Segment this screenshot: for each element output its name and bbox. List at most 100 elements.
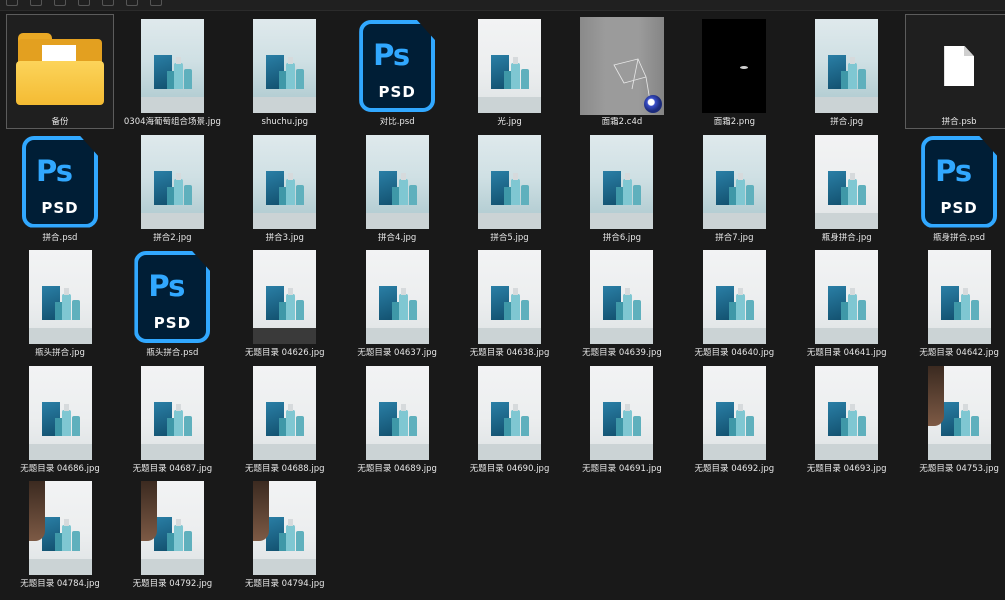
product-bottle	[953, 302, 961, 320]
file-item[interactable]: 无题目录 04637.jpg	[343, 245, 451, 360]
toolbar-strip	[0, 0, 1005, 11]
file-name-label: 拼合7.jpg	[715, 232, 754, 243]
psd-logo-text: Ps	[36, 153, 73, 188]
file-item[interactable]: 无题目录 04640.jpg	[680, 245, 788, 360]
file-thumbnail	[798, 250, 896, 344]
product-bottle	[848, 63, 858, 89]
file-item[interactable]: 无题目录 04794.jpg	[231, 476, 339, 591]
file-item[interactable]: 无题目录 04686.jpg	[6, 361, 114, 476]
image-thumbnail	[815, 19, 879, 113]
file-name-label: 无题目录 04693.jpg	[806, 463, 887, 474]
file-thumbnail	[236, 250, 334, 344]
file-item[interactable]: 无题目录 04689.jpg	[343, 361, 451, 476]
toolbar-icon[interactable]	[30, 0, 42, 6]
image-thumbnail	[478, 19, 542, 113]
image-thumbnail	[927, 250, 991, 344]
toolbar-icon[interactable]	[54, 0, 66, 6]
psd-logo-text: Ps	[373, 38, 410, 72]
product-bottle	[633, 300, 642, 320]
toolbar-icon[interactable]	[126, 0, 138, 6]
product-bottle	[521, 184, 530, 205]
image-thumbnail	[365, 134, 429, 229]
file-item[interactable]: Ps PSD 瓶头拼合.psd	[118, 245, 226, 360]
file-item[interactable]: Ps PSD 对比.psd	[343, 14, 451, 129]
file-item[interactable]: 光.jpg	[456, 14, 564, 129]
file-thumbnail	[573, 365, 671, 460]
toolbar-icon[interactable]	[6, 0, 18, 6]
toolbar-icon[interactable]	[78, 0, 90, 6]
photoshop-file-icon: Ps PSD	[22, 135, 98, 228]
file-item[interactable]: 无题目录 04784.jpg	[6, 476, 114, 591]
file-name-label: 无题目录 04637.jpg	[357, 348, 437, 358]
file-item[interactable]: shuchu.jpg	[231, 14, 339, 129]
file-thumbnail	[685, 250, 783, 344]
file-item[interactable]: 无题目录 04792.jpg	[118, 476, 226, 591]
file-item[interactable]: 无题目录 04693.jpg	[793, 361, 901, 476]
file-item[interactable]: 面霜2.c4d	[568, 14, 676, 129]
file-item[interactable]: 无题目录 04638.jpg	[456, 245, 564, 360]
file-item[interactable]: 无题目录 04642.jpg	[905, 245, 1005, 360]
file-thumbnail	[685, 19, 783, 113]
file-thumbnail	[123, 481, 221, 575]
file-name-label: 拼合.psb	[941, 117, 977, 127]
file-item[interactable]: 无题目录 04626.jpg	[231, 245, 339, 360]
file-thumbnail	[461, 19, 559, 113]
psd-logo-text: Ps	[935, 153, 972, 188]
image-thumbnail	[253, 134, 317, 229]
file-item[interactable]: Ps PSD 瓶身拼合.psd	[905, 130, 1005, 245]
file-item[interactable]: 拼合7.jpg	[680, 130, 788, 245]
product-bottle	[504, 302, 512, 320]
file-thumbnail: Ps PSD	[910, 135, 1005, 229]
file-name-label: 无题目录 04640.jpg	[694, 348, 775, 358]
image-thumbnail	[702, 250, 766, 344]
product-bottle	[166, 533, 174, 551]
file-thumbnail	[123, 134, 221, 229]
file-thumbnail: Ps PSD	[348, 19, 446, 113]
file-item[interactable]: 面霜2.png	[680, 14, 788, 129]
toolbar-icon[interactable]	[150, 0, 162, 6]
file-name-label: 拼合2.jpg	[153, 232, 192, 243]
image-thumbnail	[815, 250, 879, 344]
file-item[interactable]: 无题目录 04691.jpg	[568, 361, 676, 476]
file-item[interactable]: 无题目录 04639.jpg	[568, 245, 676, 360]
file-item[interactable]: Ps PSD 拼合.psd	[6, 130, 114, 245]
file-name-label: 无题目录 04691.jpg	[582, 463, 662, 474]
product-bottle	[183, 184, 192, 205]
file-name-label: 面霜2.c4d	[601, 117, 643, 127]
file-item[interactable]: 无题目录 04753.jpg	[905, 361, 1005, 476]
file-item[interactable]: 无题目录 04692.jpg	[680, 361, 788, 476]
file-item[interactable]: 拼合5.jpg	[456, 130, 564, 245]
product-bottle	[286, 525, 296, 551]
file-thumbnail	[798, 134, 896, 229]
product-bottle	[61, 525, 71, 551]
psd-logo-text: Ps	[148, 269, 185, 303]
product-bottle	[633, 184, 642, 205]
file-item[interactable]: 拼合2.jpg	[118, 130, 226, 245]
image-thumbnail	[702, 134, 766, 229]
product-bottle	[848, 178, 858, 205]
product-bottle	[71, 531, 80, 551]
product-bottle	[173, 63, 183, 89]
file-item[interactable]: 0304海葡萄组合场景.jpg	[118, 14, 226, 129]
file-name-label: 无题目录 04792.jpg	[132, 579, 213, 589]
file-thumbnail	[573, 250, 671, 344]
file-item[interactable]: 拼合6.jpg	[568, 130, 676, 245]
product-bottle	[296, 531, 305, 551]
file-item[interactable]: 拼合.jpg	[793, 14, 901, 129]
product-bottle	[61, 409, 71, 436]
file-item[interactable]: 拼合3.jpg	[231, 130, 339, 245]
file-name-label: 拼合.psd	[42, 232, 78, 243]
file-item[interactable]: 拼合4.jpg	[343, 130, 451, 245]
file-item[interactable]: 瓶头拼合.jpg	[6, 245, 114, 360]
file-item[interactable]: 备份	[6, 14, 114, 129]
file-item[interactable]: 无题目录 04690.jpg	[456, 361, 564, 476]
file-item[interactable]: 瓶身拼合.jpg	[793, 130, 901, 245]
file-name-label: 无题目录 04638.jpg	[469, 348, 550, 358]
product-bottle	[183, 531, 192, 551]
file-item[interactable]: 无题目录 04687.jpg	[118, 361, 226, 476]
product-bottle	[286, 409, 296, 436]
file-item[interactable]: 拼合.psb	[905, 14, 1005, 129]
file-item[interactable]: 无题目录 04641.jpg	[793, 245, 901, 360]
file-item[interactable]: 无题目录 04688.jpg	[231, 361, 339, 476]
toolbar-icon[interactable]	[102, 0, 114, 6]
